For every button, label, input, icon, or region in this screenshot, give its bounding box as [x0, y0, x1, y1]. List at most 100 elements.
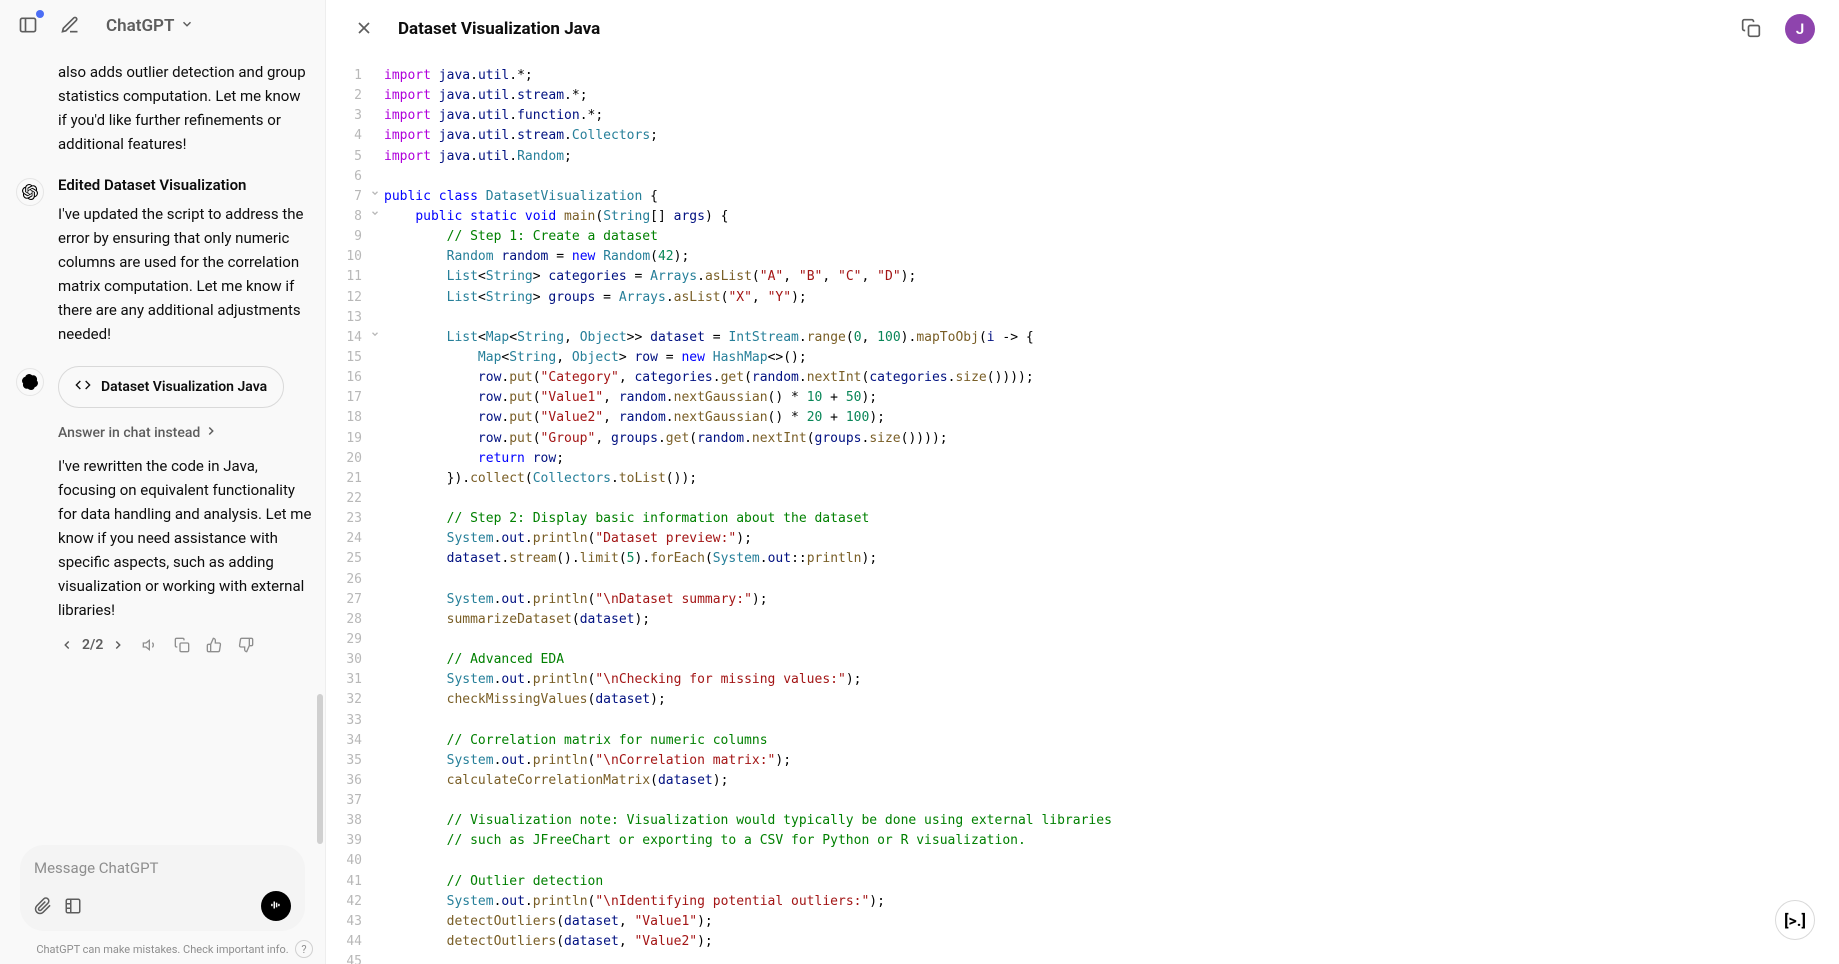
- read-aloud-button[interactable]: [141, 636, 159, 654]
- code-line[interactable]: 1import java.util.*;: [326, 66, 1839, 86]
- code-content: // Step 2: Display basic information abo…: [384, 509, 1839, 529]
- code-line[interactable]: 41 // Outlier detection: [326, 872, 1839, 892]
- code-line[interactable]: 12 List<String> groups = Arrays.asList("…: [326, 288, 1839, 308]
- code-line[interactable]: 21 }).collect(Collectors.toList());: [326, 469, 1839, 489]
- code-line[interactable]: 11 List<String> categories = Arrays.asLi…: [326, 267, 1839, 287]
- toggle-sidebar-button[interactable]: [14, 12, 42, 40]
- code-line[interactable]: 33: [326, 711, 1839, 731]
- console-fab[interactable]: [>.]: [1775, 900, 1815, 940]
- line-number: 14: [326, 328, 384, 348]
- waveform-icon: [269, 897, 283, 916]
- answer-in-chat-link[interactable]: Answer in chat instead: [58, 424, 218, 442]
- message-text: I've updated the script to address the e…: [58, 202, 313, 346]
- scrollbar[interactable]: [317, 56, 323, 844]
- code-line[interactable]: 19 row.put("Group", groups.get(random.ne…: [326, 429, 1839, 449]
- code-line[interactable]: 27 System.out.println("\nDataset summary…: [326, 590, 1839, 610]
- code-line[interactable]: 6: [326, 167, 1839, 187]
- line-number: 9: [326, 227, 384, 247]
- avatar[interactable]: J: [1785, 14, 1815, 44]
- line-number: 10: [326, 247, 384, 267]
- code-line[interactable]: 42 System.out.println("\nIdentifying pot…: [326, 892, 1839, 912]
- code-line[interactable]: 24 System.out.println("Dataset preview:"…: [326, 529, 1839, 549]
- code-line[interactable]: 7public class DatasetVisualization {: [326, 187, 1839, 207]
- code-line[interactable]: 3import java.util.function.*;: [326, 106, 1839, 126]
- help-button[interactable]: ?: [295, 940, 313, 958]
- line-number: 12: [326, 288, 384, 308]
- code-line[interactable]: 38 // Visualization note: Visualization …: [326, 811, 1839, 831]
- code-line[interactable]: 16 row.put("Category", categories.get(ra…: [326, 368, 1839, 388]
- code-line[interactable]: 43 detectOutliers(dataset, "Value1");: [326, 912, 1839, 932]
- fold-icon[interactable]: [370, 329, 380, 345]
- code-line[interactable]: 10 Random random = new Random(42);: [326, 247, 1839, 267]
- line-number: 2: [326, 86, 384, 106]
- code-content: }).collect(Collectors.toList());: [384, 469, 1839, 489]
- artifact-chip[interactable]: Dataset Visualization Java: [58, 366, 284, 408]
- code-line[interactable]: 35 System.out.println("\nCorrelation mat…: [326, 751, 1839, 771]
- scrollbar-thumb[interactable]: [317, 694, 323, 844]
- code-line[interactable]: 44 detectOutliers(dataset, "Value2");: [326, 932, 1839, 952]
- prev-button[interactable]: [58, 636, 76, 654]
- code-line[interactable]: 36 calculateCorrelationMatrix(dataset);: [326, 771, 1839, 791]
- thumbs-down-button[interactable]: [237, 636, 255, 654]
- fold-icon[interactable]: [370, 208, 380, 224]
- code-line[interactable]: 13: [326, 308, 1839, 328]
- code-line[interactable]: 20 return row;: [326, 449, 1839, 469]
- code-content: import java.util.function.*;: [384, 106, 1839, 126]
- code-line[interactable]: 23 // Step 2: Display basic information …: [326, 509, 1839, 529]
- code-line[interactable]: 14 List<Map<String, Object>> dataset = I…: [326, 328, 1839, 348]
- code-line[interactable]: 31 System.out.println("\nChecking for mi…: [326, 670, 1839, 690]
- code-line[interactable]: 9 // Step 1: Create a dataset: [326, 227, 1839, 247]
- code-line[interactable]: 15 Map<String, Object> row = new HashMap…: [326, 348, 1839, 368]
- code-line[interactable]: 22: [326, 489, 1839, 509]
- new-chat-button[interactable]: [56, 12, 84, 40]
- code-line[interactable]: 29: [326, 630, 1839, 650]
- thumbs-up-button[interactable]: [205, 636, 223, 654]
- tools-button[interactable]: [64, 897, 82, 915]
- code-line[interactable]: 28 summarizeDataset(dataset);: [326, 610, 1839, 630]
- conversation-pane: also adds outlier detection and group st…: [0, 52, 325, 835]
- code-line[interactable]: 8 public static void main(String[] args)…: [326, 207, 1839, 227]
- code-line[interactable]: 18 row.put("Value2", random.nextGaussian…: [326, 408, 1839, 428]
- logo-icon: [16, 368, 44, 396]
- code-line[interactable]: 30 // Advanced EDA: [326, 650, 1839, 670]
- next-button[interactable]: [109, 636, 127, 654]
- voice-button[interactable]: [261, 891, 291, 921]
- message-input[interactable]: Message ChatGPT: [20, 845, 305, 931]
- line-number: 17: [326, 388, 384, 408]
- code-line[interactable]: 32 checkMissingValues(dataset);: [326, 690, 1839, 710]
- code-content: [384, 308, 1839, 328]
- sidebar-header: ChatGPT: [0, 0, 325, 52]
- code-line[interactable]: 45: [326, 952, 1839, 964]
- line-number: 30: [326, 650, 384, 670]
- close-button[interactable]: [350, 15, 378, 43]
- code-line[interactable]: 5import java.util.Random;: [326, 147, 1839, 167]
- copy-code-button[interactable]: [1737, 15, 1765, 43]
- code-content: detectOutliers(dataset, "Value1");: [384, 912, 1839, 932]
- main-pane: Dataset Visualization Java J 1import jav…: [326, 0, 1839, 964]
- code-line[interactable]: 39 // such as JFreeChart or exporting to…: [326, 831, 1839, 851]
- line-number: 38: [326, 811, 384, 831]
- code-line[interactable]: 4import java.util.stream.Collectors;: [326, 126, 1839, 146]
- code-content: List<String> groups = Arrays.asList("X",…: [384, 288, 1839, 308]
- code-content: [384, 167, 1839, 187]
- model-selector[interactable]: ChatGPT: [98, 12, 202, 40]
- code-line[interactable]: 26: [326, 570, 1839, 590]
- notification-dot-icon: [36, 10, 44, 18]
- sidebar: ChatGPT also adds outlier detection and …: [0, 0, 326, 964]
- code-line[interactable]: 17 row.put("Value1", random.nextGaussian…: [326, 388, 1839, 408]
- message-text: I've rewritten the code in Java, focusin…: [58, 454, 313, 622]
- code-line[interactable]: 25 dataset.stream().limit(5).forEach(Sys…: [326, 549, 1839, 569]
- code-editor[interactable]: 1import java.util.*;2import java.util.st…: [326, 58, 1839, 964]
- code-content: calculateCorrelationMatrix(dataset);: [384, 771, 1839, 791]
- attach-button[interactable]: [34, 897, 52, 915]
- line-number: 29: [326, 630, 384, 650]
- code-line[interactable]: 34 // Correlation matrix for numeric col…: [326, 731, 1839, 751]
- logo-icon: [16, 178, 44, 206]
- message-title: Edited Dataset Visualization: [58, 176, 313, 194]
- code-line[interactable]: 40: [326, 851, 1839, 871]
- disclaimer-text: ChatGPT can make mistakes. Check importa…: [36, 943, 288, 956]
- code-line[interactable]: 37: [326, 791, 1839, 811]
- fold-icon[interactable]: [370, 188, 380, 204]
- copy-button[interactable]: [173, 636, 191, 654]
- code-line[interactable]: 2import java.util.stream.*;: [326, 86, 1839, 106]
